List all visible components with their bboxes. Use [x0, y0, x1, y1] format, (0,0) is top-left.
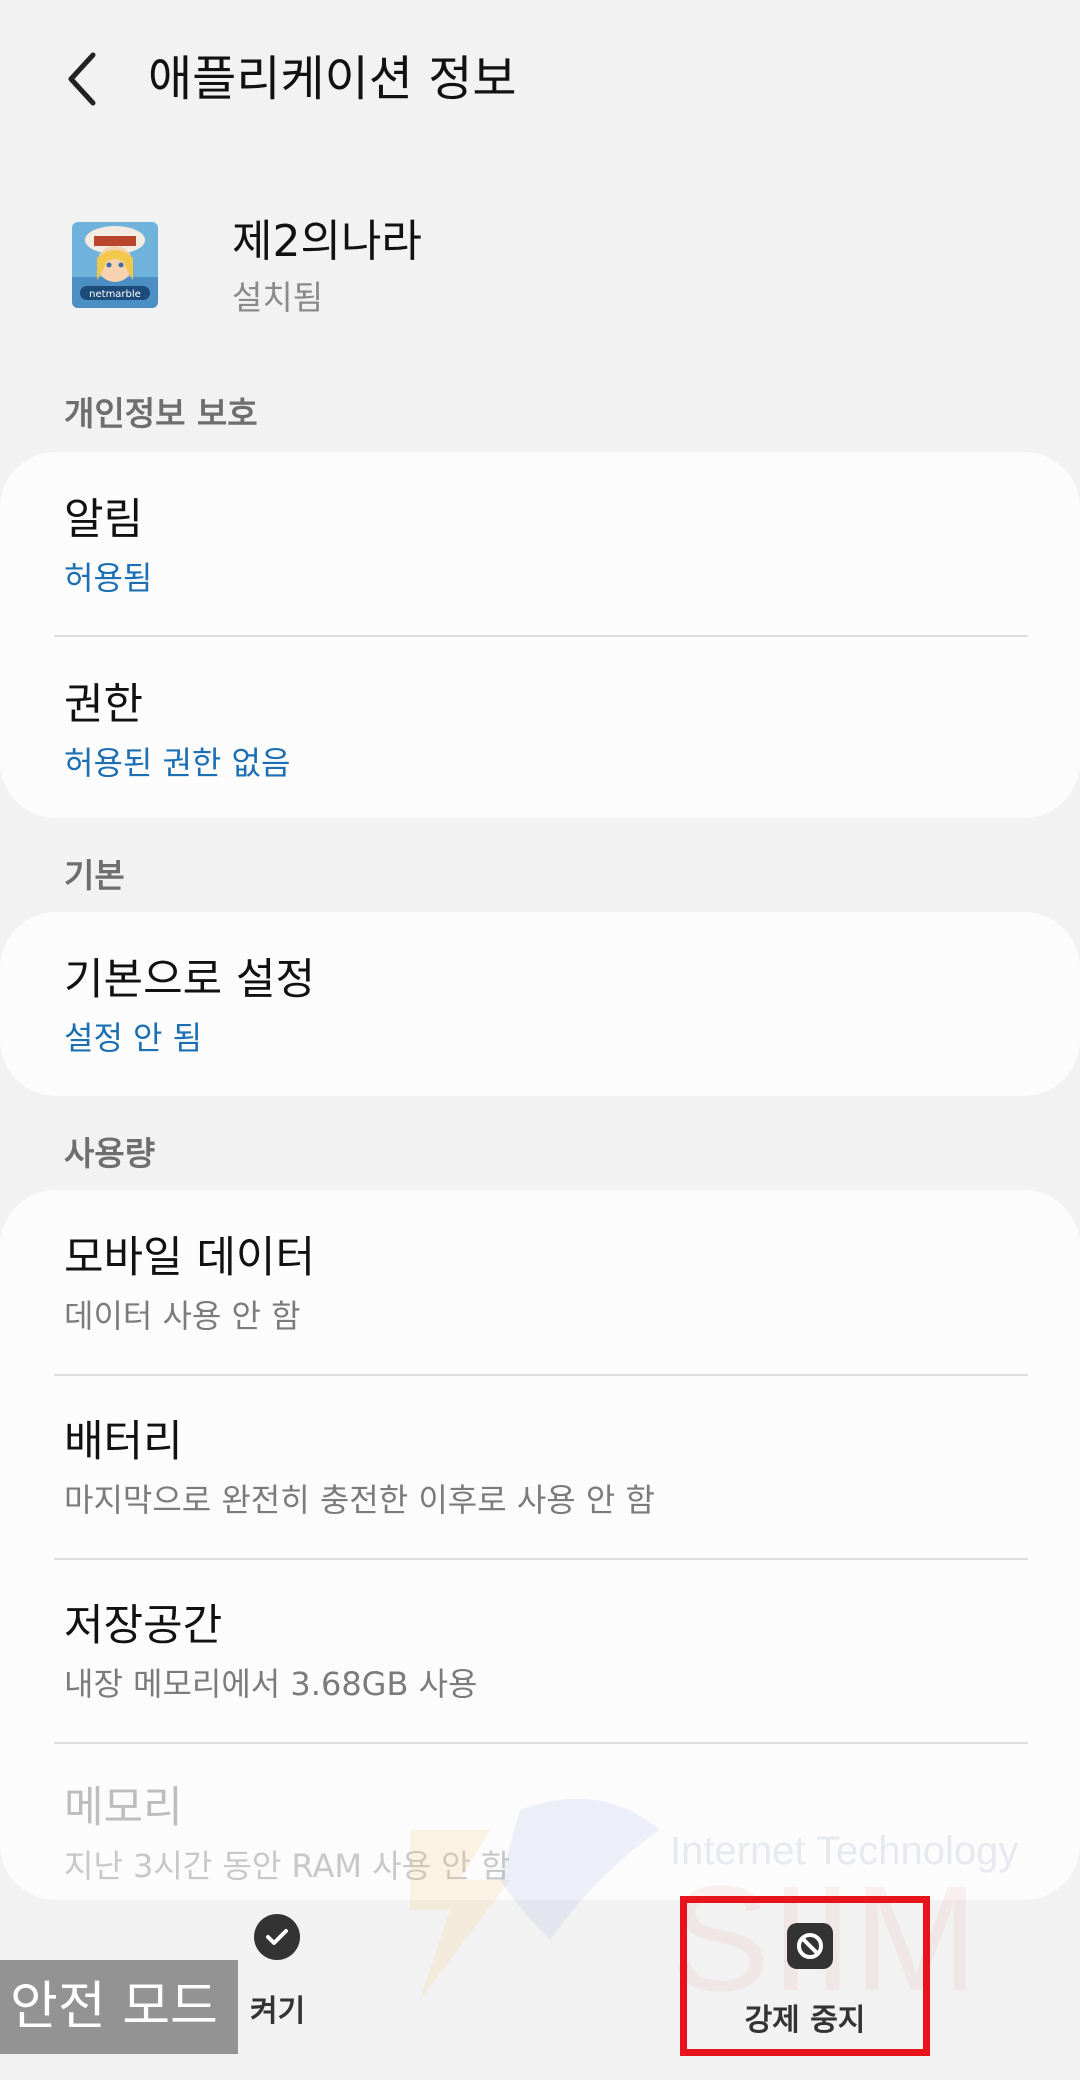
item-title: 알림 [64, 495, 144, 545]
item-subtitle: 허용됨 [64, 559, 153, 597]
item-subtitle: 마지막으로 완전히 충전한 이후로 사용 안 함 [64, 1481, 655, 1519]
force-stop-button[interactable]: 강제 중지 [680, 1896, 930, 2056]
enable-button-label: 켜기 [250, 1994, 306, 2029]
item-subtitle: 설정 안 됨 [64, 1019, 203, 1057]
privacy-card: 알림 허용됨 권한 허용된 권한 없음 [0, 452, 1080, 818]
defaults-card: 기본으로 설정 설정 안 됨 [0, 912, 1080, 1096]
list-item-set-as-default[interactable]: 기본으로 설정 설정 안 됨 [0, 912, 1080, 1096]
section-title-privacy: 개인정보 보호 [64, 394, 258, 433]
list-item-permissions[interactable]: 권한 허용된 권한 없음 [0, 637, 1080, 818]
item-subtitle: 내장 메모리에서 3.68GB 사용 [64, 1665, 478, 1703]
list-item-notifications[interactable]: 알림 허용됨 [0, 452, 1080, 635]
section-title-usage: 사용량 [64, 1134, 156, 1173]
list-item-storage[interactable]: 저장공간 내장 메모리에서 3.68GB 사용 [0, 1560, 1080, 1742]
item-subtitle: 지난 3시간 동안 RAM 사용 안 함 [64, 1847, 511, 1885]
list-item-battery[interactable]: 배터리 마지막으로 완전히 충전한 이후로 사용 안 함 [0, 1376, 1080, 1558]
chevron-left-icon [68, 52, 96, 106]
item-title: 배터리 [64, 1417, 183, 1467]
item-title: 모바일 데이터 [64, 1233, 316, 1283]
section-title-defaults: 기본 [64, 856, 125, 895]
check-icon [254, 1914, 300, 1960]
block-icon [787, 1923, 833, 1969]
item-title: 기본으로 설정 [64, 955, 316, 1005]
back-button[interactable] [52, 44, 112, 114]
list-item-mobile-data[interactable]: 모바일 데이터 데이터 사용 안 함 [0, 1190, 1080, 1374]
item-title: 저장공간 [64, 1601, 223, 1651]
item-subtitle: 허용된 권한 없음 [64, 744, 291, 782]
app-icon: netmarble [72, 222, 158, 308]
force-stop-label: 강제 중지 [744, 2003, 866, 2038]
item-subtitle: 데이터 사용 안 함 [64, 1297, 301, 1335]
app-install-status: 설치됨 [232, 278, 324, 317]
item-title: 메모리 [64, 1783, 183, 1833]
app-info-screen: 애플리케이션 정보 netmarble 제2의나라 설치됨 개인정보 보호 알림… [0, 0, 1080, 2080]
app-name: 제2의나라 [232, 216, 422, 267]
list-item-memory[interactable]: 메모리 지난 3시간 동안 RAM 사용 안 함 [0, 1744, 1080, 1900]
safe-mode-badge: 안전 모드 [0, 1960, 238, 2054]
watermark-text: Internet Technology [670, 1829, 1019, 1873]
usage-card: 모바일 데이터 데이터 사용 안 함 배터리 마지막으로 완전히 충전한 이후로… [0, 1190, 1080, 1900]
item-title: 권한 [64, 680, 144, 730]
app-bar: 애플리케이션 정보 [0, 0, 1080, 160]
page-title: 애플리케이션 정보 [148, 51, 517, 107]
svg-text:netmarble: netmarble [89, 289, 141, 300]
